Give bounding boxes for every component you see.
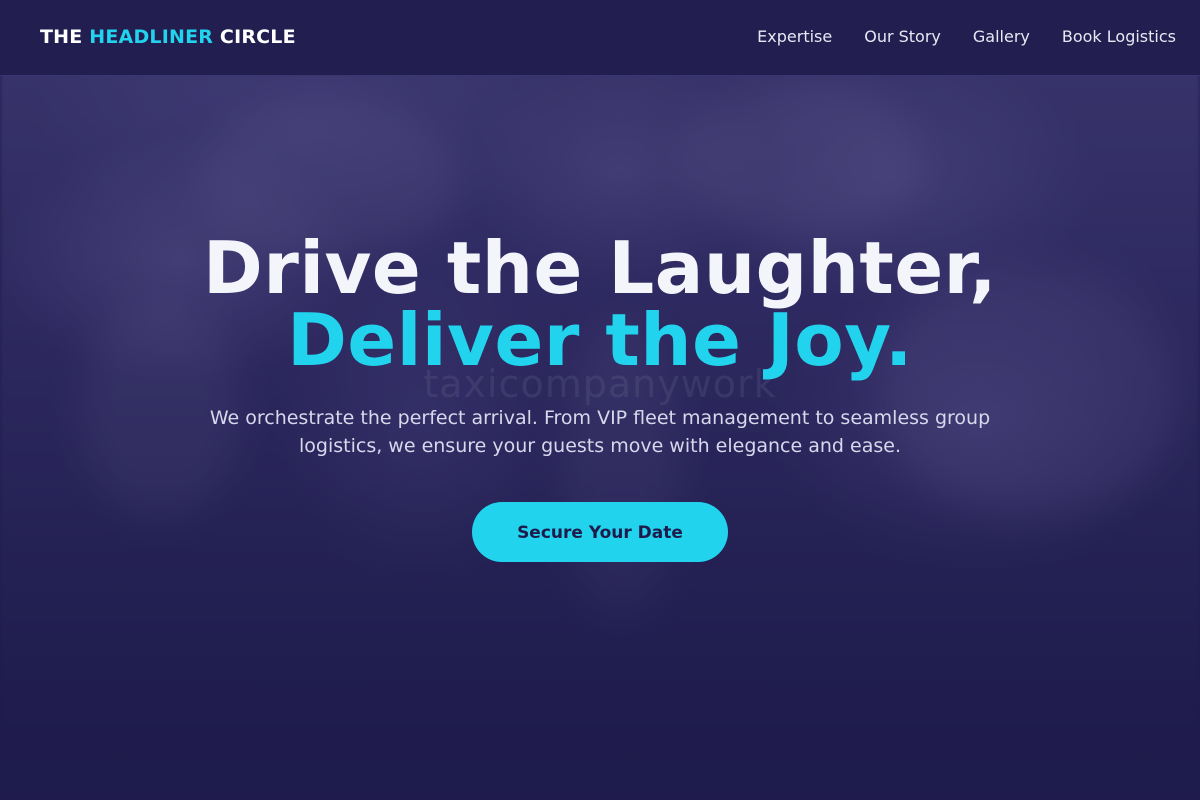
brand-accent: HEADLINER [89,26,214,48]
brand-prefix: THE [40,26,90,48]
nav-link-expertise[interactable]: Expertise [757,27,832,46]
secure-your-date-button[interactable]: Secure Your Date [472,502,728,562]
nav-link-our-story[interactable]: Our Story [864,27,941,46]
page: taxicompanywork THE HEADLINER CIRCLE Exp… [0,0,1200,800]
brand-logo[interactable]: THE HEADLINER CIRCLE [40,26,296,48]
hero-headline: Drive the Laughter, Deliver the Joy. [0,232,1200,376]
nav-links: Expertise Our Story Gallery Book Logisti… [757,27,1176,46]
hero-section: Drive the Laughter, Deliver the Joy. We … [0,232,1200,562]
nav-link-gallery[interactable]: Gallery [973,27,1030,46]
navbar: THE HEADLINER CIRCLE Expertise Our Story… [0,0,1200,76]
hero-subtext: We orchestrate the perfect arrival. From… [209,407,991,457]
brand-suffix: CIRCLE [213,26,296,48]
hero-headline-line2: Deliver the Joy. [287,298,913,382]
nav-link-book-logistics[interactable]: Book Logistics [1062,27,1176,46]
